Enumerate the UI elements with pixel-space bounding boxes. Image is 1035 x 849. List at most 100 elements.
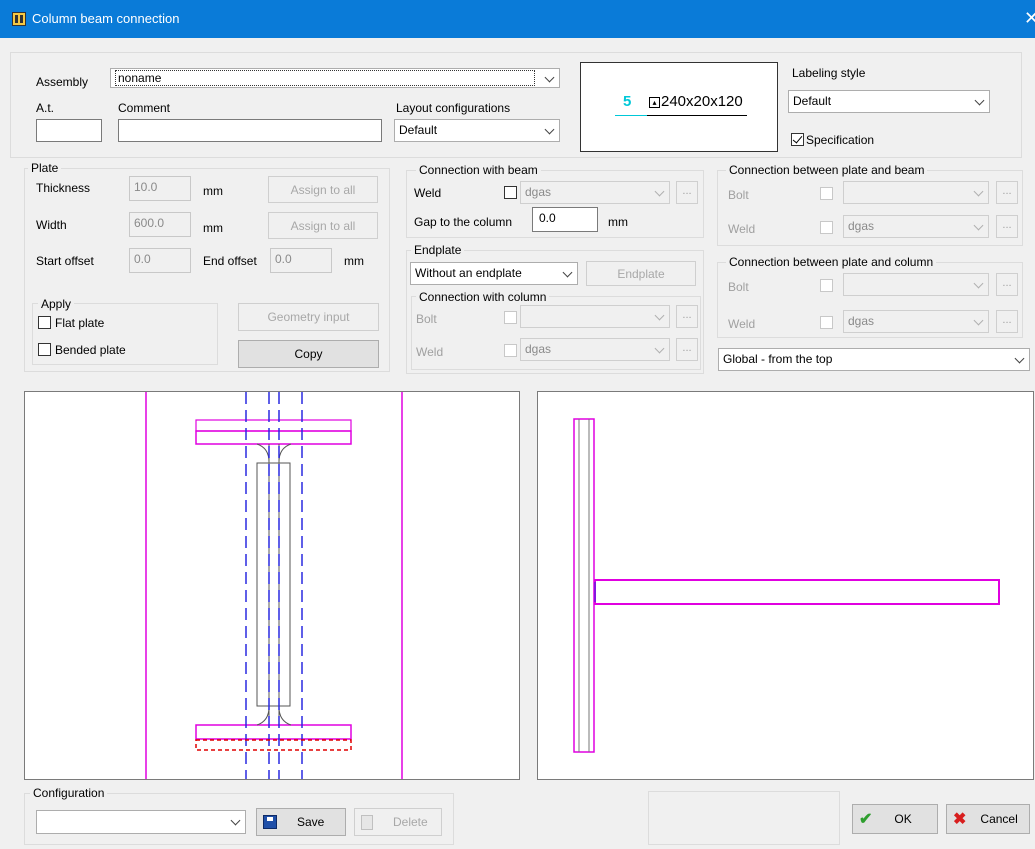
view-select[interactable]: Global - from the top <box>718 348 1030 371</box>
profile-icon: ▴ <box>649 97 660 108</box>
layout-value: Default <box>399 123 438 137</box>
assign-width-button[interactable]: Assign to all <box>268 212 378 239</box>
assembly-value: noname <box>115 70 535 86</box>
delete-label: Delete <box>393 815 428 829</box>
section-view-drawing <box>145 392 403 779</box>
chevron-down-icon <box>974 95 985 106</box>
end-offset-unit: mm <box>344 254 364 268</box>
plate-column-title: Connection between plate and column <box>726 255 937 269</box>
save-button[interactable]: Save <box>256 808 346 836</box>
plan-view-panel[interactable] <box>537 391 1034 780</box>
flat-plate-label: Flat plate <box>55 316 105 330</box>
assembly-label: Assembly <box>36 75 89 89</box>
labeling-style-label: Labeling style <box>792 66 866 80</box>
endplate-button[interactable]: Endplate <box>586 261 696 286</box>
thickness-unit: mm <box>203 184 223 198</box>
endplate-bolt-label: Bolt <box>416 312 437 326</box>
start-offset-label: Start offset <box>36 254 94 268</box>
chevron-down-icon <box>973 220 984 231</box>
plate-title: Plate <box>28 161 62 175</box>
plate-beam-bolt-more-button[interactable]: ... <box>996 181 1018 204</box>
check-icon: ✔ <box>859 811 873 828</box>
chevron-down-icon <box>1014 353 1025 364</box>
close-icon[interactable]: ✕ <box>1024 8 1035 29</box>
plate-column-bolt-select[interactable] <box>843 273 989 296</box>
flat-plate-checkbox[interactable] <box>38 316 51 329</box>
at-input[interactable] <box>36 119 102 142</box>
endplate-bolt-more-button[interactable]: ... <box>676 305 698 328</box>
plate-beam-weld-select[interactable]: dgas <box>843 215 989 238</box>
gap-unit: mm <box>608 215 628 229</box>
endplate-title: Endplate <box>411 243 465 257</box>
layout-select[interactable]: Default <box>394 119 560 142</box>
bended-plate-checkbox[interactable] <box>38 343 51 356</box>
plate-beam-bolt-label: Bolt <box>728 188 749 202</box>
chevron-down-icon <box>654 310 665 321</box>
chevron-down-icon <box>654 186 665 197</box>
labeling-style-value: Default <box>793 94 832 108</box>
plate-beam-weld-more-button[interactable]: ... <box>996 215 1018 238</box>
status-box <box>648 791 840 845</box>
cancel-button[interactable]: ✖ Cancel <box>946 804 1030 834</box>
delete-button[interactable]: Delete <box>354 808 442 836</box>
preview-count: 5 <box>623 93 632 110</box>
geometry-input-button[interactable]: Geometry input <box>238 303 379 331</box>
width-unit: mm <box>203 221 223 235</box>
endplate-weld-label: Weld <box>416 345 444 359</box>
plate-column-weld-select[interactable]: dgas <box>843 310 989 333</box>
thickness-label: Thickness <box>36 181 91 195</box>
beam-weld-select[interactable]: dgas <box>520 181 670 204</box>
labeling-style-select[interactable]: Default <box>788 90 990 113</box>
ok-label: OK <box>894 812 912 826</box>
column-connection-title: Connection with column <box>416 290 550 304</box>
plate-beam-weld-label: Weld <box>728 222 756 236</box>
chevron-down-icon <box>544 72 555 83</box>
thickness-input[interactable]: 10.0 <box>129 176 191 201</box>
beam-weld-checkbox[interactable] <box>504 186 517 199</box>
plate-beam-bolt-checkbox[interactable] <box>820 187 833 200</box>
endplate-weld-select[interactable]: dgas <box>520 338 670 361</box>
ok-button[interactable]: ✔ OK <box>852 804 938 834</box>
plate-column-bolt-checkbox[interactable] <box>820 279 833 292</box>
gap-label: Gap to the column <box>414 215 513 229</box>
plate-beam-weld-value: dgas <box>848 219 875 233</box>
endplate-weld-more-button[interactable]: ... <box>676 338 698 361</box>
plate-column-weld-more-button[interactable]: ... <box>996 310 1018 333</box>
plate-column-bolt-more-button[interactable]: ... <box>996 273 1018 296</box>
configuration-title: Configuration <box>30 786 108 800</box>
save-label: Save <box>297 815 325 829</box>
layout-label: Layout configurations <box>396 101 511 115</box>
plan-view-drawing <box>573 418 1000 753</box>
chevron-down-icon <box>973 278 984 289</box>
beam-weld-label: Weld <box>414 186 442 200</box>
copy-button[interactable]: Copy <box>238 340 379 368</box>
start-offset-input[interactable]: 0.0 <box>129 248 191 273</box>
comment-input[interactable] <box>118 119 382 142</box>
save-icon <box>263 815 277 829</box>
width-input[interactable]: 600.0 <box>129 212 191 237</box>
endplate-weld-value: dgas <box>525 342 552 356</box>
preview-profile: 240x20x120 <box>661 93 743 110</box>
plate-beam-weld-checkbox[interactable] <box>820 221 833 234</box>
assembly-select[interactable]: noname <box>110 68 560 88</box>
window-title: Column beam connection <box>32 11 180 26</box>
beam-connection-title: Connection with beam <box>416 163 541 177</box>
title-bar: Column beam connection ✕ <box>0 0 1035 38</box>
chevron-down-icon <box>544 124 555 135</box>
endplate-bolt-select[interactable] <box>520 305 670 328</box>
endplate-select[interactable]: Without an endplate <box>410 262 578 285</box>
chevron-down-icon <box>654 343 665 354</box>
section-view-panel[interactable] <box>24 391 520 780</box>
endplate-weld-checkbox[interactable] <box>504 344 517 357</box>
plate-column-weld-checkbox[interactable] <box>820 316 833 329</box>
endplate-bolt-checkbox[interactable] <box>504 311 517 324</box>
specification-checkbox[interactable] <box>791 133 804 146</box>
configuration-select[interactable] <box>36 810 246 834</box>
plate-beam-bolt-select[interactable] <box>843 181 989 204</box>
beam-weld-more-button[interactable]: ... <box>676 181 698 204</box>
gap-input[interactable]: 0.0 <box>532 207 598 232</box>
end-offset-input[interactable]: 0.0 <box>270 248 332 273</box>
cancel-x-icon: ✖ <box>953 811 967 828</box>
preview-underline <box>647 115 747 116</box>
assign-thickness-button[interactable]: Assign to all <box>268 176 378 203</box>
